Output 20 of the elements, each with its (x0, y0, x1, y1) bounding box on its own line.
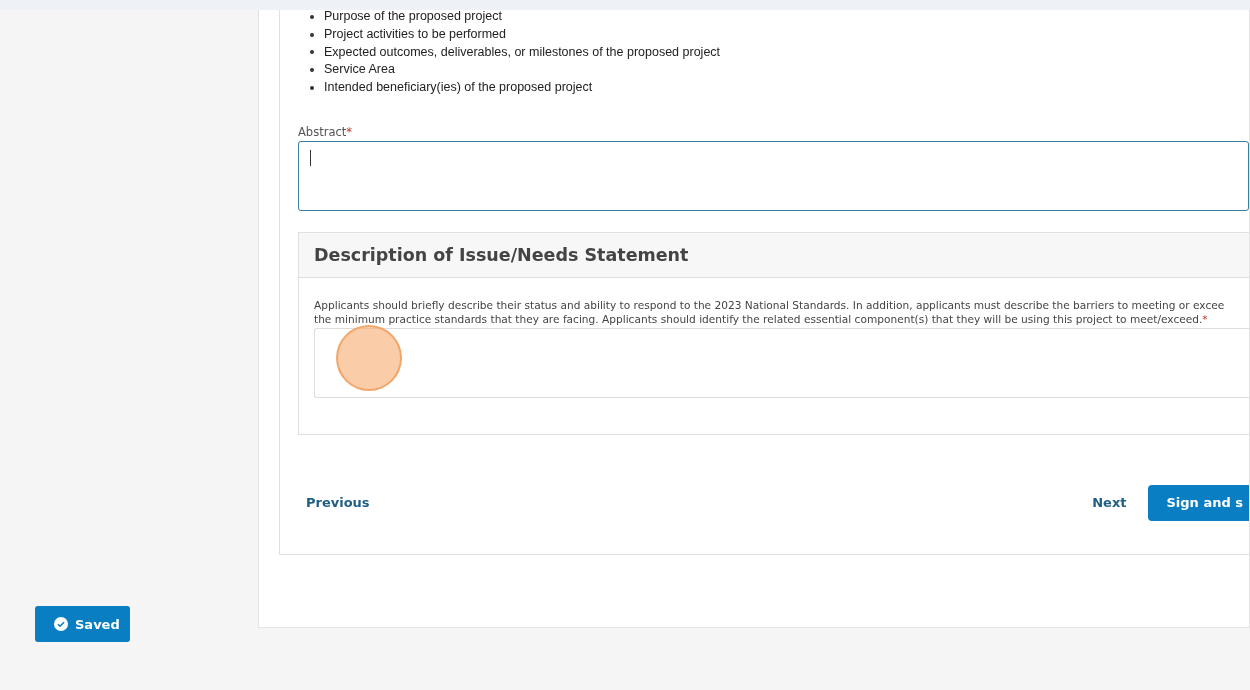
question-text: Applicants should briefly describe their status and ability to respond to the 2023 National Standards. In addition, applicants must describe the barriers to meeting or excee the minimum practice standards that they are facing. Applicants should identify the related essential component(s) that they will be using this project to meet/exceed.* (314, 298, 1226, 326)
saved-button[interactable]: Saved (35, 606, 130, 642)
abstract-field[interactable] (298, 141, 1249, 211)
field-label: Abstract* (298, 125, 354, 139)
previous-link[interactable]: Previous (306, 495, 370, 511)
requirement-item: Project activities to be performed (324, 25, 507, 43)
sign-and-submit-button[interactable]: Sign and s (1148, 485, 1249, 521)
section-header: Description of Issue/Needs Statement (299, 233, 1249, 278)
requirement-item: Intended beneficiary(ies) of the proposed project (324, 79, 593, 97)
check-circle-icon (54, 617, 68, 631)
answer-field[interactable] (314, 328, 1249, 398)
next-link[interactable]: Next (1092, 495, 1127, 511)
bullet-icon (310, 32, 314, 37)
bullet-icon (310, 14, 314, 19)
requirement-item: Service Area (324, 61, 395, 79)
bullet-icon (310, 50, 314, 55)
bullet-icon (310, 86, 314, 91)
bullet-icon (310, 68, 314, 73)
requirement-item: Purpose of the proposed project (324, 8, 502, 25)
requirement-item: Expected outcomes, deliverables, or milestones of the proposed project (324, 43, 721, 61)
